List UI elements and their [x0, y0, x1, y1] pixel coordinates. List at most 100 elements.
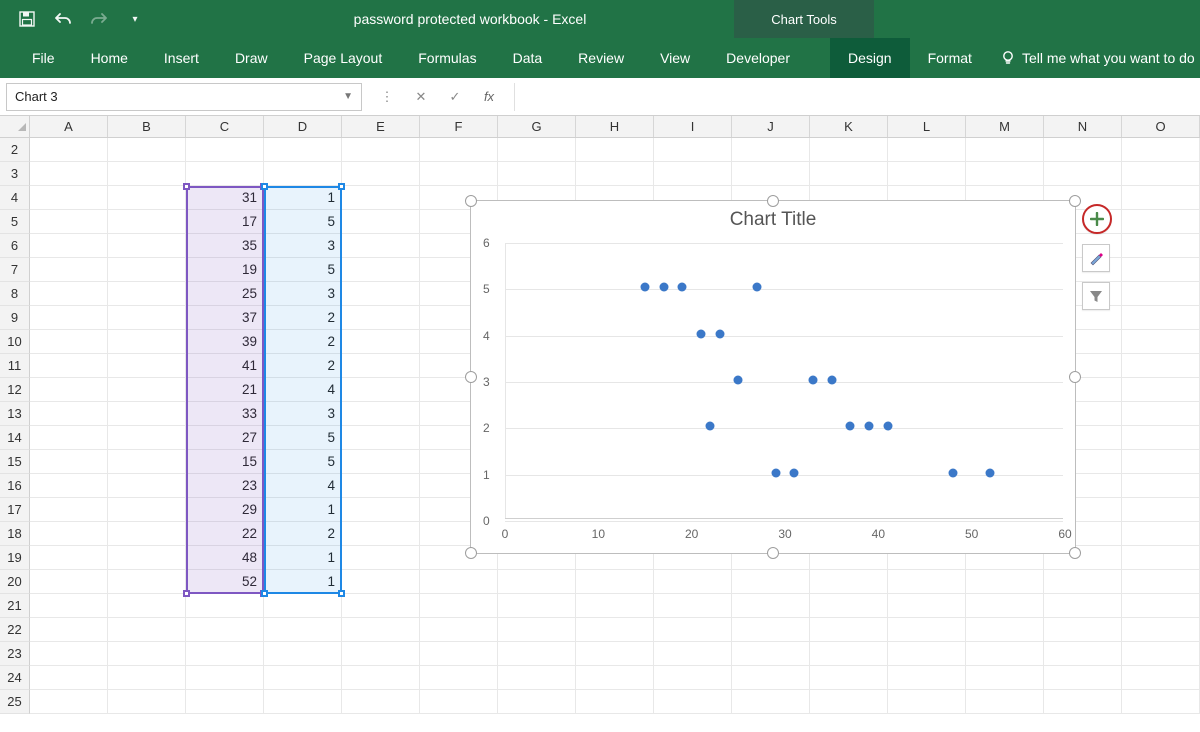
cell-C20[interactable]: 52	[186, 570, 264, 594]
cell-C18[interactable]: 22	[186, 522, 264, 546]
column-header-A[interactable]: A	[30, 116, 108, 137]
cell-D5[interactable]: 5	[264, 210, 342, 234]
cell-J24[interactable]	[732, 666, 810, 690]
options-icon[interactable]: ⋮	[378, 89, 396, 105]
column-header-N[interactable]: N	[1044, 116, 1122, 137]
cell-M3[interactable]	[966, 162, 1044, 186]
cell-O9[interactable]	[1122, 306, 1200, 330]
cell-M25[interactable]	[966, 690, 1044, 714]
cell-E3[interactable]	[342, 162, 420, 186]
cell-D20[interactable]: 1	[264, 570, 342, 594]
formula-input[interactable]	[514, 83, 1200, 111]
insert-function-icon[interactable]: fx	[480, 89, 498, 104]
row-header-8[interactable]: 8	[0, 282, 30, 306]
name-box[interactable]: Chart 3 ▼	[6, 83, 362, 111]
data-point[interactable]	[659, 283, 668, 292]
cell-I25[interactable]	[654, 690, 732, 714]
cell-E6[interactable]	[342, 234, 420, 258]
chevron-down-icon[interactable]: ▼	[343, 91, 353, 102]
cell-G23[interactable]	[498, 642, 576, 666]
cell-M20[interactable]	[966, 570, 1044, 594]
row-header-11[interactable]: 11	[0, 354, 30, 378]
cell-C4[interactable]: 31	[186, 186, 264, 210]
column-header-H[interactable]: H	[576, 116, 654, 137]
tab-draw[interactable]: Draw	[217, 38, 286, 78]
cell-D6[interactable]: 3	[264, 234, 342, 258]
cell-B13[interactable]	[108, 402, 186, 426]
cell-B20[interactable]	[108, 570, 186, 594]
cell-N21[interactable]	[1044, 594, 1122, 618]
column-header-I[interactable]: I	[654, 116, 732, 137]
embedded-chart[interactable]: Chart Title 01234560102030405060	[470, 200, 1076, 554]
data-point[interactable]	[986, 468, 995, 477]
cell-E9[interactable]	[342, 306, 420, 330]
chart-filters-button[interactable]	[1082, 282, 1110, 310]
column-header-L[interactable]: L	[888, 116, 966, 137]
cell-B9[interactable]	[108, 306, 186, 330]
cell-G3[interactable]	[498, 162, 576, 186]
cell-G25[interactable]	[498, 690, 576, 714]
cell-M21[interactable]	[966, 594, 1044, 618]
cell-O2[interactable]	[1122, 138, 1200, 162]
cell-J3[interactable]	[732, 162, 810, 186]
cell-B5[interactable]	[108, 210, 186, 234]
cell-F25[interactable]	[420, 690, 498, 714]
cell-N25[interactable]	[1044, 690, 1122, 714]
data-point[interactable]	[949, 468, 958, 477]
cell-B3[interactable]	[108, 162, 186, 186]
cell-D9[interactable]: 2	[264, 306, 342, 330]
row-header-10[interactable]: 10	[0, 330, 30, 354]
row-header-5[interactable]: 5	[0, 210, 30, 234]
cell-B11[interactable]	[108, 354, 186, 378]
row-header-7[interactable]: 7	[0, 258, 30, 282]
cell-K21[interactable]	[810, 594, 888, 618]
cell-C12[interactable]: 21	[186, 378, 264, 402]
cell-E4[interactable]	[342, 186, 420, 210]
cell-F23[interactable]	[420, 642, 498, 666]
cell-A20[interactable]	[30, 570, 108, 594]
cell-C5[interactable]: 17	[186, 210, 264, 234]
cell-A25[interactable]	[30, 690, 108, 714]
tell-me-search[interactable]: Tell me what you want to do	[990, 38, 1195, 78]
tab-page-layout[interactable]: Page Layout	[286, 38, 401, 78]
cell-B18[interactable]	[108, 522, 186, 546]
cell-D13[interactable]: 3	[264, 402, 342, 426]
cell-B2[interactable]	[108, 138, 186, 162]
data-point[interactable]	[641, 283, 650, 292]
data-point[interactable]	[734, 376, 743, 385]
cell-C14[interactable]: 27	[186, 426, 264, 450]
cell-C13[interactable]: 33	[186, 402, 264, 426]
data-point[interactable]	[827, 376, 836, 385]
cell-A8[interactable]	[30, 282, 108, 306]
cell-F20[interactable]	[420, 570, 498, 594]
cell-K3[interactable]	[810, 162, 888, 186]
cell-G20[interactable]	[498, 570, 576, 594]
cancel-entry-icon[interactable]: ✕	[412, 89, 430, 105]
cell-H23[interactable]	[576, 642, 654, 666]
cell-B23[interactable]	[108, 642, 186, 666]
cell-O15[interactable]	[1122, 450, 1200, 474]
cell-H2[interactable]	[576, 138, 654, 162]
cell-F24[interactable]	[420, 666, 498, 690]
cell-J22[interactable]	[732, 618, 810, 642]
tab-review[interactable]: Review	[560, 38, 642, 78]
cell-E21[interactable]	[342, 594, 420, 618]
cell-I2[interactable]	[654, 138, 732, 162]
cell-O3[interactable]	[1122, 162, 1200, 186]
data-point[interactable]	[865, 422, 874, 431]
cell-D11[interactable]: 2	[264, 354, 342, 378]
row-header-9[interactable]: 9	[0, 306, 30, 330]
cell-O8[interactable]	[1122, 282, 1200, 306]
cell-I3[interactable]	[654, 162, 732, 186]
chart-plot-area[interactable]: 01234560102030405060	[505, 243, 1063, 519]
row-header-21[interactable]: 21	[0, 594, 30, 618]
cell-E22[interactable]	[342, 618, 420, 642]
cell-C15[interactable]: 15	[186, 450, 264, 474]
cell-D23[interactable]	[264, 642, 342, 666]
data-point[interactable]	[715, 329, 724, 338]
cell-A22[interactable]	[30, 618, 108, 642]
cell-M24[interactable]	[966, 666, 1044, 690]
cell-H25[interactable]	[576, 690, 654, 714]
cell-O13[interactable]	[1122, 402, 1200, 426]
tab-design[interactable]: Design	[830, 38, 910, 78]
